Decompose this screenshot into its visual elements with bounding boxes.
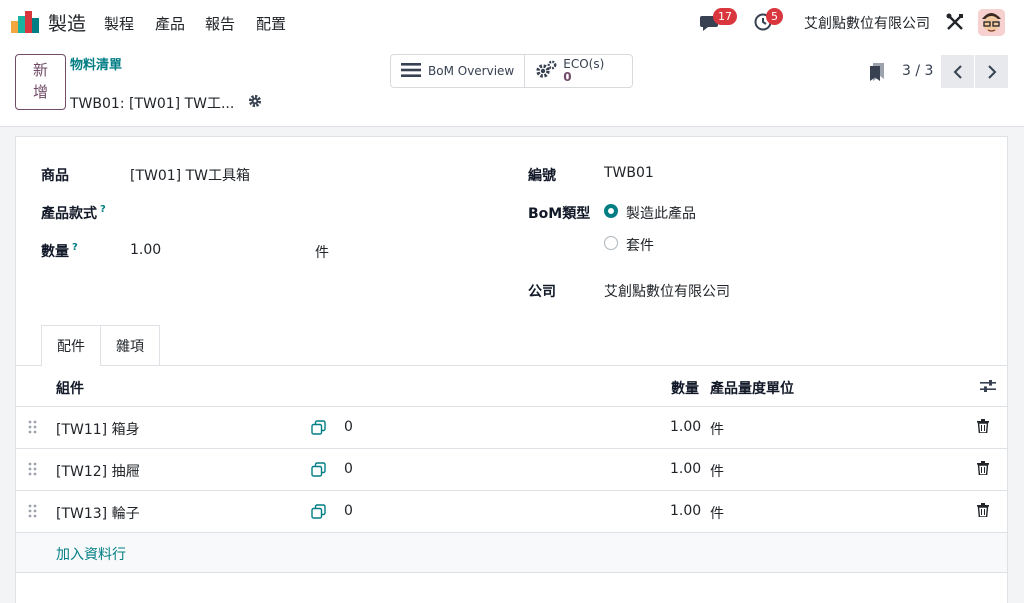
variant-label: 產品款式? <box>41 203 106 223</box>
trash-icon[interactable] <box>977 461 989 479</box>
drag-handle-icon[interactable] <box>28 420 38 438</box>
new-button[interactable]: 新 增 <box>15 54 66 110</box>
tab-miscellaneous[interactable]: 雜項 <box>101 325 160 365</box>
chevron-right-icon <box>987 64 996 79</box>
copy-icon[interactable] <box>311 420 326 439</box>
bom-type-manufacture-radio[interactable] <box>604 204 618 218</box>
activities-badge: 5 <box>766 8 783 25</box>
eco-count: 0 <box>563 70 572 84</box>
add-line-row: 加入資料行 <box>16 533 1007 573</box>
product-label: 商品 <box>41 168 69 184</box>
company-label: 公司 <box>528 284 556 300</box>
new-label-1: 新 <box>32 62 48 79</box>
components-table-header: 組件 數量 產品量度單位 <box>16 366 1007 407</box>
company-switcher[interactable]: 艾創點數位有限公司 <box>804 13 930 33</box>
row-count: 0 <box>344 461 353 477</box>
pager-next-button[interactable] <box>975 55 1008 88</box>
header-quantity[interactable]: 數量 <box>671 378 699 398</box>
reference-field[interactable]: TWB01 <box>604 165 654 181</box>
menu-products[interactable]: 產品 <box>155 13 185 34</box>
uom-field[interactable]: 件 <box>315 242 329 262</box>
drag-handle-icon[interactable] <box>28 504 38 522</box>
quantity-help[interactable]: ? <box>72 242 78 253</box>
drag-handle-icon[interactable] <box>28 462 38 480</box>
quantity-label-text: 數量 <box>41 244 69 260</box>
user-avatar[interactable] <box>978 9 1005 36</box>
row-quantity[interactable]: 1.00 <box>670 419 701 435</box>
quantity-field[interactable]: 1.00 <box>130 242 161 258</box>
table-row[interactable]: [TW11] 箱身 0 1.00 件 <box>16 407 1007 449</box>
column-settings-icon[interactable] <box>980 379 996 397</box>
breadcrumb-bom-list[interactable]: 物料清單 <box>70 54 122 73</box>
manufacturing-app-icon[interactable] <box>11 11 39 33</box>
reference-label: 編號 <box>528 168 556 184</box>
menu-reporting[interactable]: 報告 <box>205 13 235 34</box>
menu-configuration[interactable]: 配置 <box>256 13 286 34</box>
notebook-tabs: 配件 雜項 <box>41 325 160 366</box>
variant-field[interactable] <box>130 197 400 225</box>
row-quantity[interactable]: 1.00 <box>670 503 701 519</box>
list-icon <box>401 62 421 81</box>
bom-type-kit-label[interactable]: 套件 <box>626 235 654 255</box>
bom-overview-button[interactable]: BoM Overview <box>391 55 524 87</box>
row-count: 0 <box>344 419 353 435</box>
bom-type-label: BoM類型 <box>528 206 591 222</box>
bom-overview-label: BoM Overview <box>428 64 515 78</box>
add-line-link[interactable]: 加入資料行 <box>56 544 126 564</box>
eco-button[interactable]: ECO(s) 0 <box>524 55 632 87</box>
header-uom[interactable]: 產品量度單位 <box>710 378 794 398</box>
trash-icon[interactable] <box>977 419 989 437</box>
product-field[interactable]: [TW01] TW工具箱 <box>130 165 250 185</box>
gear-icon[interactable] <box>248 94 262 112</box>
header-component[interactable]: 組件 <box>56 378 84 398</box>
tools-icon[interactable] <box>946 13 964 35</box>
copy-icon[interactable] <box>311 462 326 481</box>
row-uom[interactable]: 件 <box>710 461 724 481</box>
variant-help[interactable]: ? <box>100 204 106 215</box>
chevron-left-icon <box>953 64 962 79</box>
copy-icon[interactable] <box>311 504 326 523</box>
row-count: 0 <box>344 503 353 519</box>
gears-icon <box>535 60 557 83</box>
app-name[interactable]: 製造 <box>48 9 86 36</box>
row-component[interactable]: [TW11] 箱身 <box>56 419 140 439</box>
smart-buttons: BoM Overview ECO(s) 0 <box>390 54 634 88</box>
menu-operations[interactable]: 製程 <box>104 13 134 34</box>
pager-previous-button[interactable] <box>941 55 974 88</box>
control-panel: 新 增 物料清單 TWB01: [TW01] TW工... BoM Overvi… <box>0 44 1024 127</box>
bookmark-icon[interactable] <box>870 63 884 85</box>
record-title: TWB01: [TW01] TW工... <box>70 96 235 112</box>
form-sheet: 商品 [TW01] TW工具箱 產品款式? 數量? 1.00 件 編號 TWB0… <box>15 136 1008 603</box>
row-component[interactable]: [TW12] 抽屜 <box>56 461 140 481</box>
trash-icon[interactable] <box>977 503 989 521</box>
pager-value[interactable]: 3 / 3 <box>902 63 933 79</box>
row-component[interactable]: [TW13] 輪子 <box>56 503 140 523</box>
table-row[interactable]: [TW12] 抽屜 0 1.00 件 <box>16 449 1007 491</box>
messages-badge: 17 <box>713 8 737 25</box>
bom-type-kit-radio[interactable] <box>604 236 618 250</box>
variant-label-text: 產品款式 <box>41 206 97 222</box>
row-uom[interactable]: 件 <box>710 503 724 523</box>
new-label-2: 增 <box>32 84 48 101</box>
company-field[interactable]: 艾創點數位有限公司 <box>604 281 730 301</box>
quantity-label: 數量? <box>41 241 78 261</box>
top-navbar: 製造 製程 產品 報告 配置 17 5 艾創點數位有限公司 <box>0 0 1024 44</box>
table-row[interactable]: [TW13] 輪子 0 1.00 件 <box>16 491 1007 533</box>
bom-type-manufacture-label[interactable]: 製造此產品 <box>626 203 696 223</box>
row-uom[interactable]: 件 <box>710 419 724 439</box>
row-quantity[interactable]: 1.00 <box>670 461 701 477</box>
tab-components[interactable]: 配件 <box>41 325 101 366</box>
